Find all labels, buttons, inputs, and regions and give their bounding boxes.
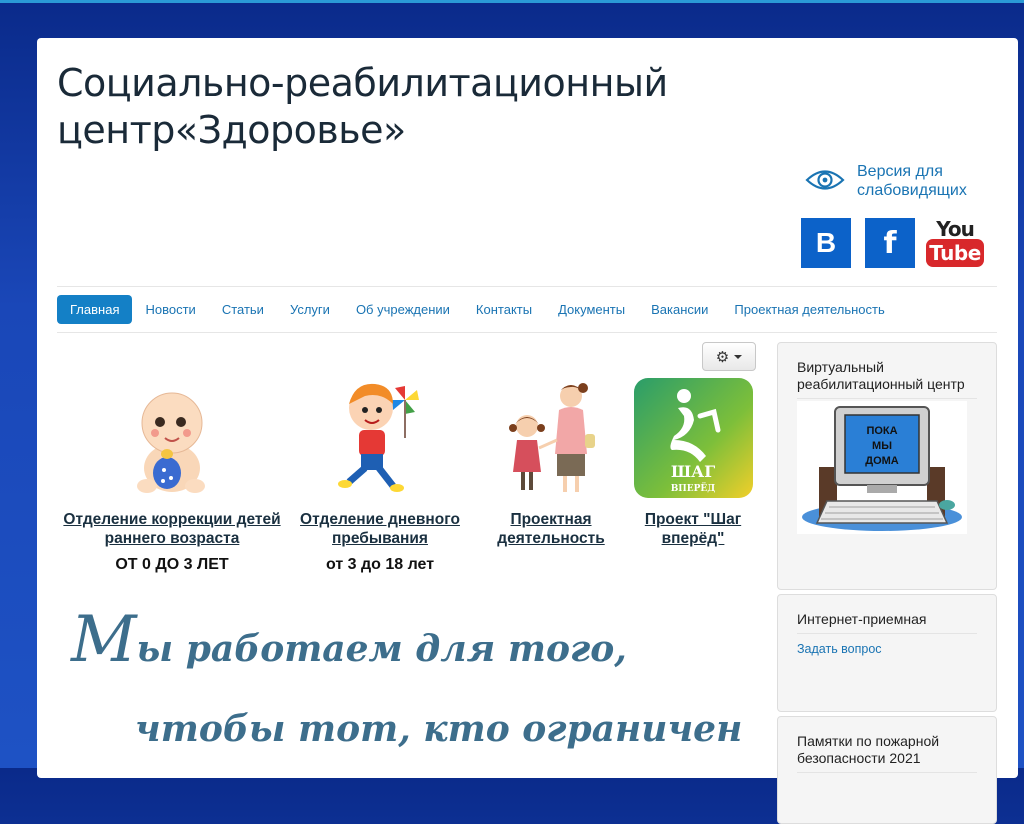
logo-text-step: ШАГ bbox=[670, 462, 714, 481]
sidebar-fire-safety: Памятки по пожарной безопасности 2021 bbox=[777, 716, 997, 824]
card-caption[interactable]: Проект "Шаг вперёд" bbox=[633, 510, 753, 548]
card-caption[interactable]: Проектная деятельность bbox=[482, 510, 620, 548]
card-age: от 3 до 18 лет bbox=[325, 556, 435, 573]
card-step-forward[interactable]: ШАГ ВПЕРЁД Проект "Шаг вперёд" bbox=[633, 378, 753, 548]
eye-icon bbox=[805, 170, 845, 190]
motto-banner: Мы работаем для того, чтобы тот, кто огр… bbox=[71, 608, 743, 750]
mother-daughter-illustration bbox=[509, 383, 595, 492]
computer-banner-image[interactable]: ПОКА МЫ ДОМА bbox=[797, 401, 967, 534]
ask-question-link[interactable]: Задать вопрос bbox=[797, 642, 977, 656]
nav-item-articles[interactable]: Статьи bbox=[209, 295, 277, 324]
motto-line2: чтобы тот, кто ограничен bbox=[135, 708, 743, 750]
main-nav: Главная Новости Статьи Услуги Об учрежде… bbox=[57, 286, 997, 333]
motto-line1: Мы работаем для того, bbox=[71, 608, 627, 672]
vk-label: B bbox=[815, 227, 837, 258]
sidebar-internet-reception: Интернет-приемная Задать вопрос bbox=[777, 594, 997, 712]
motto-first-letter: М bbox=[71, 603, 137, 677]
gear-icon: ⚙ bbox=[715, 348, 730, 366]
site-title[interactable]: Социально-реабилитационный центр«Здоровь… bbox=[57, 60, 668, 154]
page-container: Социально-реабилитационный центр«Здоровь… bbox=[37, 38, 1018, 824]
site-title-line1: Социально-реабилитационный bbox=[57, 61, 668, 105]
low-vision-label: Версия для слабовидящих bbox=[857, 163, 967, 199]
site-title-line2: центр«Здоровье» bbox=[57, 108, 406, 152]
card-age: ОТ 0 ДО 3 ЛЕТ bbox=[115, 556, 229, 573]
chevron-down-icon bbox=[734, 354, 743, 359]
screen-text-3: ДОМА bbox=[865, 455, 899, 467]
motto-line1-text: ы работаем для того, bbox=[136, 628, 627, 670]
nav-item-home[interactable]: Главная bbox=[57, 295, 133, 324]
sidebar-fire-safety-title[interactable]: Памятки по пожарной безопасности 2021 bbox=[797, 733, 977, 773]
card-day-stay[interactable]: Отделение дневного пребывания от 3 до 18… bbox=[295, 378, 465, 574]
nav-item-services[interactable]: Услуги bbox=[277, 295, 343, 324]
nav-item-documents[interactable]: Документы bbox=[545, 295, 638, 324]
top-accent-bar bbox=[0, 0, 1024, 3]
sidebar-virtual-center-title: Виртуальный реабилитационный центр bbox=[797, 359, 977, 399]
fb-label: f bbox=[883, 225, 897, 261]
baby-illustration bbox=[137, 392, 205, 493]
step-forward-logo: ШАГ ВПЕРЁД bbox=[633, 378, 753, 498]
card-projects[interactable]: Проектная деятельность bbox=[482, 378, 620, 548]
screen-text-2: МЫ bbox=[872, 440, 892, 452]
low-vision-link[interactable]: Версия для слабовидящих bbox=[805, 162, 987, 200]
nav-item-projects[interactable]: Проектная деятельность bbox=[721, 295, 897, 324]
youtube-you: You bbox=[936, 217, 975, 241]
sidebar-virtual-center: Виртуальный реабилитационный центр ПОКА … bbox=[777, 342, 997, 590]
nav-item-contacts[interactable]: Контакты bbox=[463, 295, 545, 324]
nav-item-vacancies[interactable]: Вакансии bbox=[638, 295, 721, 324]
card-caption[interactable]: Отделение коррекции детей раннего возрас… bbox=[57, 510, 287, 548]
card-early-age[interactable]: Отделение коррекции детей раннего возрас… bbox=[57, 378, 287, 574]
social-links: B f You Tube bbox=[801, 217, 984, 268]
nav-item-news[interactable]: Новости bbox=[132, 295, 208, 324]
tools-dropdown-button[interactable]: ⚙ bbox=[702, 342, 756, 371]
youtube-tube: Tube bbox=[926, 239, 984, 267]
screen-text-1: ПОКА bbox=[866, 425, 897, 437]
nav-item-about[interactable]: Об учреждении bbox=[343, 295, 463, 324]
youtube-icon[interactable]: You Tube bbox=[926, 217, 984, 268]
facebook-icon[interactable]: f bbox=[865, 218, 915, 268]
vk-icon[interactable]: B bbox=[801, 218, 851, 268]
sidebar-reception-title: Интернет-приемная bbox=[797, 611, 977, 634]
card-caption[interactable]: Отделение дневного пребывания bbox=[295, 510, 465, 548]
boy-pinwheel-illustration bbox=[338, 383, 419, 492]
